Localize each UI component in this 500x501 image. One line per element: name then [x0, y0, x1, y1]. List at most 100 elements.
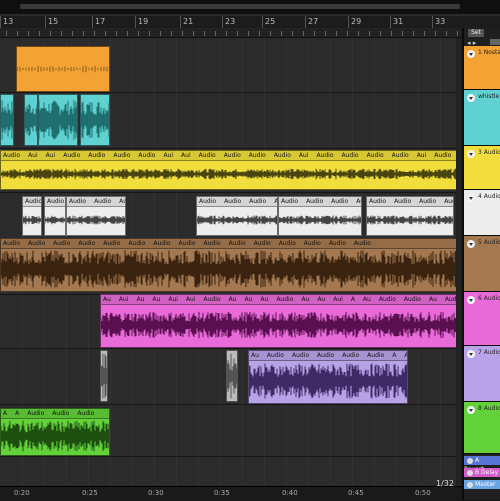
ruler-bar-label: 19 [138, 17, 149, 26]
beat-tick [336, 31, 337, 36]
waveform [1, 100, 13, 140]
track-header-panel: Set ◂ ▸ 1 Nostalgiawhistle3 Audio4 Audio… [462, 28, 500, 500]
track-fold-icon[interactable] [467, 94, 475, 102]
time-label: 0:40 [282, 489, 298, 497]
waveform [249, 363, 407, 399]
return-fold-icon[interactable] [467, 457, 473, 464]
ruler-tick [0, 16, 1, 28]
return-track[interactable]: A Reverb [464, 456, 500, 473]
time-label: 0:25 [82, 489, 98, 497]
beat-tick [193, 31, 194, 36]
set-button[interactable]: Set [468, 29, 484, 37]
audio-clip[interactable] [80, 94, 110, 146]
audio-clip[interactable]: AudioAudioAudioAudio [366, 196, 454, 236]
ruler-bar-label: 15 [48, 17, 59, 26]
beat-tick [446, 31, 447, 36]
ruler-bar-label: 23 [225, 17, 236, 26]
ruler-tick [348, 16, 349, 28]
waveform [45, 215, 65, 225]
track-header[interactable]: 4 Audio [464, 190, 500, 236]
time-ruler[interactable]: 0:20 0:25 0:30 0:35 0:40 0:45 0:50 [0, 486, 462, 501]
waveform [81, 101, 109, 139]
track-header[interactable]: whistle [464, 90, 500, 146]
ruler-bar-label: 13 [3, 17, 14, 26]
audio-clip[interactable] [16, 46, 110, 92]
track-fold-icon[interactable] [467, 150, 475, 158]
audio-clip[interactable] [0, 94, 14, 146]
beat-tick [457, 31, 458, 36]
audio-clip[interactable] [226, 350, 238, 402]
track-header[interactable]: 7 Audio [464, 346, 500, 402]
audio-clip[interactable]: AudioAudioAudioAudio [44, 196, 66, 236]
return-fold-icon[interactable] [467, 481, 473, 488]
audio-clip[interactable]: AudioAudioAudioAudio [22, 196, 42, 236]
waveform [25, 103, 37, 137]
beat-tick [358, 31, 359, 36]
ruler-bar-label: 25 [265, 17, 276, 26]
beat-tick [413, 31, 414, 36]
page-counter: 1/32 [436, 479, 454, 488]
track-fold-icon[interactable] [467, 406, 475, 414]
audio-clip[interactable] [100, 350, 108, 402]
track-fold-icon[interactable] [467, 296, 475, 304]
waveform [1, 168, 457, 180]
audio-clip[interactable] [38, 94, 78, 146]
beat-tick [17, 31, 18, 36]
audio-clip[interactable] [24, 94, 38, 146]
audio-clip[interactable]: AudioAudioAudioAudio [196, 196, 278, 236]
waveform [1, 420, 109, 452]
ruler-tick [45, 16, 46, 28]
mixer-toggle-button[interactable] [490, 39, 500, 45]
daw-window: 13 15 17 19 21 23 25 27 29 31 33 Audio Aui Aui Audio A… [0, 0, 500, 501]
beat-tick [402, 31, 403, 36]
track-name: 8 Audio [478, 405, 500, 412]
track-fold-icon[interactable] [467, 194, 475, 202]
return-track[interactable]: Master [464, 480, 500, 489]
return-name: B Delay [475, 469, 499, 476]
beat-tick [149, 31, 150, 36]
beat-tick [391, 31, 392, 36]
audio-clip[interactable]: Au Aui Au Au Aui Aui Audio Au Au Au Audio Au Au Aui A A… [100, 294, 462, 348]
time-label: 0:30 [148, 489, 164, 497]
audio-clip[interactable]: Audio Audio Audio Audio Audio Audio Audio Audio… [0, 238, 458, 292]
waveform [17, 65, 108, 73]
track-header[interactable]: 5 Audio [464, 236, 500, 292]
audio-clip[interactable]: AudioAudioAudioAudio [66, 196, 126, 236]
track-header[interactable]: 8 Audio [464, 402, 500, 454]
track-header[interactable]: 3 Audio [464, 146, 500, 190]
overview-strip[interactable] [20, 4, 460, 9]
track-fold-icon[interactable] [467, 50, 475, 58]
beat-tick [237, 31, 238, 36]
waveform [101, 311, 461, 339]
track-name: 4 Audio [478, 193, 500, 200]
track-header[interactable]: 1 Nostalgia [464, 46, 500, 90]
beat-tick [435, 31, 436, 36]
ruler-tick [390, 16, 391, 28]
return-fold-icon[interactable] [467, 469, 473, 476]
beat-tick [50, 31, 51, 36]
beat-ruler[interactable] [0, 28, 462, 38]
beat-tick [347, 31, 348, 36]
ruler-tick [262, 16, 263, 28]
audio-clip[interactable]: A A Audio Audio Audio [0, 408, 110, 456]
beat-tick [127, 31, 128, 36]
beat-tick [259, 31, 260, 36]
beat-tick [116, 31, 117, 36]
beat-tick [61, 31, 62, 36]
track-fold-icon[interactable] [467, 350, 475, 358]
waveform [279, 215, 361, 225]
audio-clip[interactable]: Audio Aui Aui Audio Audio Audio Audio Aui Aui Aud… [0, 150, 458, 190]
audio-clip[interactable]: AudioAudioAudioAudio [278, 196, 362, 236]
audio-clip[interactable]: AuAudioAudioAudioAudioAudioAA [248, 350, 408, 404]
track-fold-icon[interactable] [467, 240, 475, 248]
ruler-tick [92, 16, 93, 28]
beat-tick [380, 31, 381, 36]
waveform [197, 215, 277, 225]
arrangement-view[interactable]: Audio Aui Aui Audio Audio Audio Audio Aui Aui Aud… [0, 38, 462, 485]
ruler-bar-label: 33 [435, 17, 446, 26]
beat-tick [215, 31, 216, 36]
return-track[interactable]: B Delay [464, 468, 500, 477]
track-header[interactable]: 6 Audio [464, 292, 500, 346]
ruler-bar-label: 29 [351, 17, 362, 26]
time-label: 0:35 [214, 489, 230, 497]
